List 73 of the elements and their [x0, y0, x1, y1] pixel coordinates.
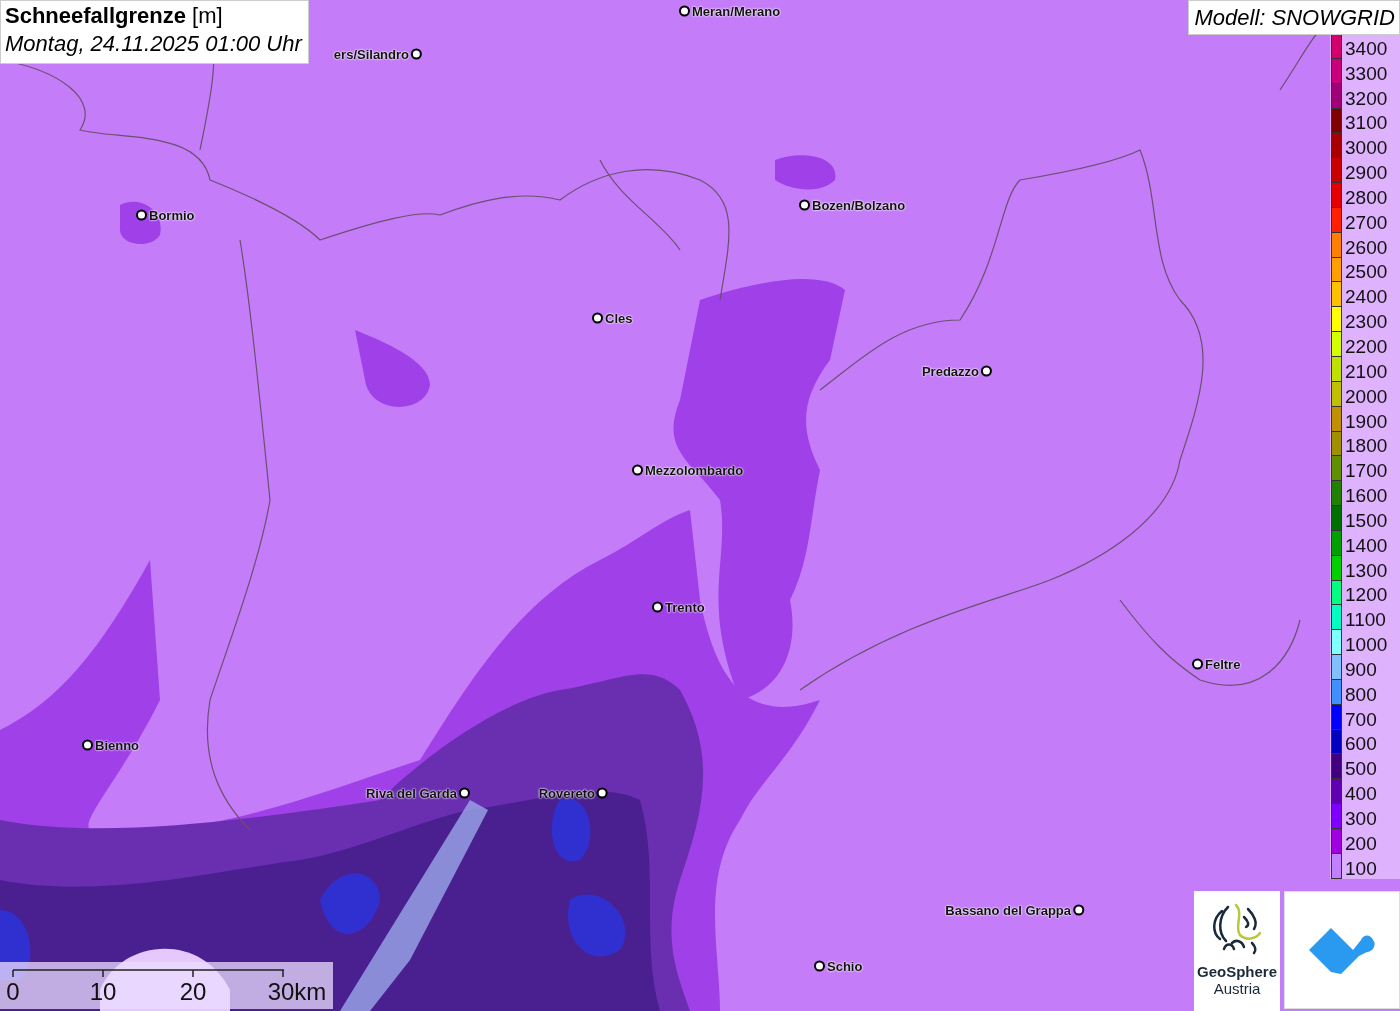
model-label: Modell: SNOWGRID: [1187, 0, 1400, 35]
forecast-time: Montag, 24.11.2025 01:00 Uhr: [5, 31, 302, 57]
legend-label: 2300: [1345, 312, 1388, 333]
city-marker-icon: [652, 601, 663, 613]
logo-name: GeoSphere: [1197, 963, 1277, 980]
legend-label: 3100: [1345, 113, 1388, 134]
city-label: ers/Silandro: [333, 46, 409, 62]
map-title: Schneefallgrenze [m]: [5, 3, 224, 29]
legend-label: 1300: [1345, 560, 1388, 581]
legend-label: 1100: [1345, 610, 1386, 631]
legend-label: 2400: [1345, 287, 1388, 308]
city-label: Meran/Merano: [692, 3, 781, 19]
city-marker-icon: [632, 464, 643, 476]
city-label: Mezzolombardo: [645, 462, 744, 478]
legend-label: 2100: [1345, 361, 1388, 382]
scale-label: 30km: [267, 978, 327, 1006]
legend-label: 400: [1345, 784, 1377, 805]
legend-label: 700: [1345, 709, 1377, 730]
city-label: Predazzo: [921, 363, 979, 379]
city-marker-icon: [136, 209, 147, 221]
city-marker-icon: [1192, 658, 1203, 670]
city-marker-icon: [592, 312, 603, 324]
legend-label: 1200: [1345, 585, 1388, 606]
legend-label: 1500: [1345, 510, 1388, 531]
scale-ruler-icon: [12, 968, 287, 978]
legend-label: 2800: [1345, 187, 1388, 208]
legend-label: 3200: [1345, 88, 1388, 109]
legend-label: 3300: [1345, 63, 1388, 84]
scale-label: 10: [89, 978, 117, 1006]
logo-subtitle: Austria: [1213, 980, 1261, 997]
city-marker-icon: [981, 365, 992, 377]
city-label: Schio: [827, 958, 863, 974]
legend-label: 100: [1345, 858, 1377, 879]
legend-label: 1000: [1345, 635, 1388, 656]
city-marker-icon: [679, 5, 690, 17]
contour-lines-icon: [1210, 903, 1264, 955]
legend-label: 2600: [1345, 237, 1388, 258]
city-label: Bienno: [95, 737, 140, 753]
legend-label: 300: [1345, 809, 1377, 829]
legend-label: 1600: [1345, 486, 1388, 507]
city-marker-icon: [82, 739, 93, 751]
city-marker-icon: [1073, 904, 1084, 916]
city-label: Cles: [605, 310, 633, 326]
city-marker-icon: [814, 960, 825, 972]
city-label: Rovereto: [538, 785, 595, 801]
city-label: Bozen/Bolzano: [812, 197, 906, 213]
legend-label: 2200: [1345, 336, 1388, 357]
legend-label: 500: [1345, 759, 1377, 780]
legend-label: 1700: [1345, 461, 1388, 482]
legend-label: 600: [1345, 734, 1377, 755]
legend-label: 3400: [1345, 38, 1388, 59]
city-label: Bormio: [149, 207, 195, 223]
city-marker-icon: [799, 199, 810, 211]
legend-label: 800: [1345, 684, 1377, 705]
city-label: Bassano del Grappa: [945, 902, 1071, 918]
city-marker-icon: [459, 787, 470, 799]
legend-label: 1800: [1345, 436, 1388, 457]
legend-label: 2500: [1345, 262, 1388, 283]
legend-label: 2700: [1345, 212, 1388, 233]
city-label: Riva del Garda: [365, 785, 457, 801]
city-marker-icon: [597, 787, 608, 799]
legend-label: 2000: [1345, 386, 1388, 407]
scale-label: 0: [6, 978, 20, 1006]
city-marker-icon: [411, 48, 422, 60]
legend-label: 1900: [1345, 411, 1388, 432]
scale-label: 20: [179, 978, 207, 1006]
legend-label: 900: [1345, 659, 1377, 680]
legend-label: 200: [1345, 833, 1377, 854]
city-label: Trento: [665, 599, 705, 615]
city-label: Feltre: [1205, 656, 1241, 672]
legend-label: 3000: [1345, 138, 1388, 159]
legend-label: 1400: [1345, 535, 1388, 556]
legend-label: 2900: [1345, 163, 1388, 184]
